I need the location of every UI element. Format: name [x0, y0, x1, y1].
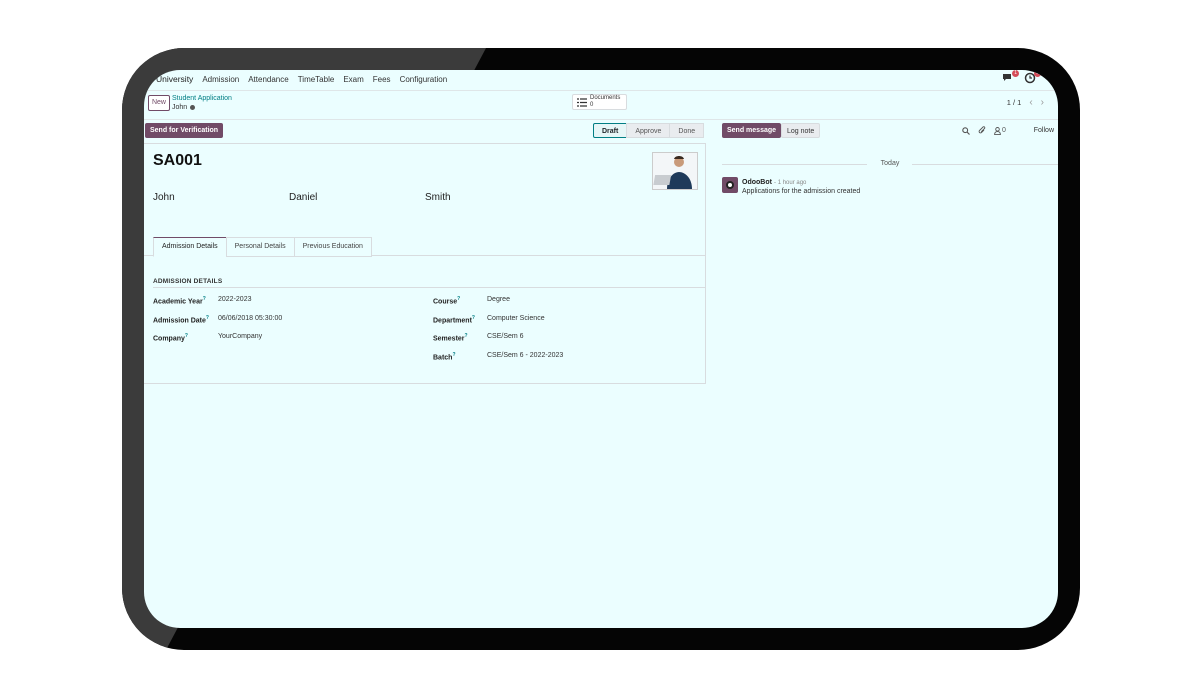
chevron-left-icon[interactable]: ‹ — [1029, 97, 1032, 107]
followers-count: 0 — [1002, 127, 1006, 134]
help-icon[interactable]: ? — [465, 333, 468, 339]
first-name-field[interactable]: John — [153, 192, 175, 203]
semester-value[interactable]: CSE/Sem 6 — [487, 333, 524, 342]
field-department: Department? Computer Science — [433, 315, 545, 324]
odoobot-avatar[interactable] — [722, 177, 738, 193]
message-author[interactable]: OdooBot — [742, 179, 772, 186]
field-admission-date: Admission Date? 06/06/2018 05:30:00 — [153, 315, 282, 324]
control-panel: New Student Application John Documents 0… — [144, 91, 1058, 120]
help-icon[interactable]: ? — [457, 296, 460, 302]
send-message-button[interactable]: Send message — [722, 123, 782, 138]
help-icon[interactable]: ? — [203, 296, 206, 302]
help-icon[interactable]: ? — [452, 352, 455, 358]
pager-value[interactable]: 1 / 1 — [1007, 98, 1022, 107]
menu-exam[interactable]: Exam — [343, 75, 363, 84]
documents-label: Documents — [590, 95, 621, 101]
date-divider-right — [912, 164, 1058, 165]
breadcrumb-current: John — [172, 104, 188, 111]
activities-clock-icon[interactable]: 1 — [1024, 70, 1041, 84]
field-label: Batch — [433, 354, 453, 362]
stage-done[interactable]: Done — [669, 123, 705, 138]
help-icon[interactable]: ? — [185, 333, 188, 339]
form-statusbar: Send for Verification Draft Approve Done — [144, 120, 706, 142]
user-icon — [994, 126, 1001, 135]
log-note-button[interactable]: Log note — [781, 123, 821, 138]
help-icon[interactable]: ? — [472, 315, 475, 321]
section-divider — [153, 287, 705, 288]
section-title: ADMISSION DETAILS — [153, 278, 223, 285]
chatter-panel: Send message Log note 0 Follow Today Odo… — [722, 120, 1058, 420]
field-course: Course? Degree — [433, 296, 510, 305]
department-value[interactable]: Computer Science — [487, 315, 545, 324]
field-label: Department — [433, 317, 472, 325]
stage-draft[interactable]: Draft — [593, 123, 628, 138]
menu-attendance[interactable]: Attendance — [248, 75, 288, 84]
gear-icon[interactable] — [190, 105, 196, 110]
app-name-menu[interactable]: University — [156, 74, 193, 84]
stage-approve[interactable]: Approve — [626, 123, 671, 138]
field-company: Company? YourCompany — [153, 333, 262, 342]
paperclip-icon[interactable] — [978, 126, 986, 135]
follow-button[interactable]: Follow — [1034, 127, 1054, 134]
pager: 1 / 1 ‹ › — [1007, 97, 1044, 107]
field-semester: Semester? CSE/Sem 6 — [433, 333, 524, 342]
messages-icon[interactable]: 1 — [1002, 70, 1019, 84]
tab-admission-details[interactable]: Admission Details — [153, 237, 227, 257]
record-reference: SA001 — [153, 152, 202, 169]
activities-badge: 1 — [1034, 70, 1041, 77]
field-label: Admission Date — [153, 317, 206, 325]
middle-name-field[interactable]: Daniel — [289, 192, 317, 203]
tab-previous-education[interactable]: Previous Education — [293, 237, 372, 257]
field-batch: Batch? CSE/Sem 6 - 2022-2023 — [433, 352, 563, 361]
messages-badge: 1 — [1012, 70, 1019, 77]
form-sheet: SA001 John Daniel Smith Admission Detail… — [144, 143, 706, 384]
menu-configuration[interactable]: Configuration — [400, 75, 448, 84]
documents-smart-button[interactable]: Documents 0 — [572, 94, 627, 110]
chatter-message: OdooBot - 1 hour ago Applications for th… — [722, 177, 860, 195]
company-value[interactable]: YourCompany — [218, 333, 262, 342]
followers-button[interactable]: 0 — [994, 126, 1006, 135]
field-label: Semester — [433, 335, 465, 343]
message-time: - 1 hour ago — [774, 180, 807, 186]
field-label: Course — [433, 298, 458, 306]
chevron-right-icon[interactable]: › — [1041, 97, 1044, 107]
breadcrumb: Student Application John — [172, 94, 232, 112]
message-body: Applications for the admission created — [742, 188, 861, 195]
field-label: Company — [153, 335, 185, 343]
student-photo[interactable] — [652, 152, 698, 190]
admission-date-value[interactable]: 06/06/2018 05:30:00 — [218, 315, 282, 324]
help-icon[interactable]: ? — [206, 315, 209, 321]
documents-count: 0 — [590, 102, 594, 108]
new-button[interactable]: New — [148, 95, 170, 111]
tab-personal-details[interactable]: Personal Details — [225, 237, 295, 257]
field-label: Academic Year — [153, 298, 203, 306]
list-icon — [577, 97, 587, 107]
course-value[interactable]: Degree — [487, 296, 510, 305]
search-icon[interactable] — [962, 126, 970, 135]
batch-value[interactable]: CSE/Sem 6 - 2022-2023 — [487, 352, 563, 361]
status-stages: Draft Approve Done — [593, 123, 705, 138]
notebook-tabs: Admission Details Personal Details Previ… — [153, 237, 372, 257]
breadcrumb-parent[interactable]: Student Application — [172, 94, 232, 103]
academic-year-value[interactable]: 2022-2023 — [218, 296, 251, 305]
app-screen: University Admission Attendance TimeTabl… — [144, 70, 1058, 628]
menu-timetable[interactable]: TimeTable — [298, 75, 335, 84]
last-name-field[interactable]: Smith — [425, 192, 451, 203]
menu-fees[interactable]: Fees — [373, 75, 391, 84]
top-navbar: University Admission Attendance TimeTabl… — [144, 70, 1058, 91]
field-academic-year: Academic Year? 2022-2023 — [153, 296, 251, 305]
send-for-verification-button[interactable]: Send for Verification — [145, 123, 224, 138]
menu-admission[interactable]: Admission — [202, 75, 239, 84]
